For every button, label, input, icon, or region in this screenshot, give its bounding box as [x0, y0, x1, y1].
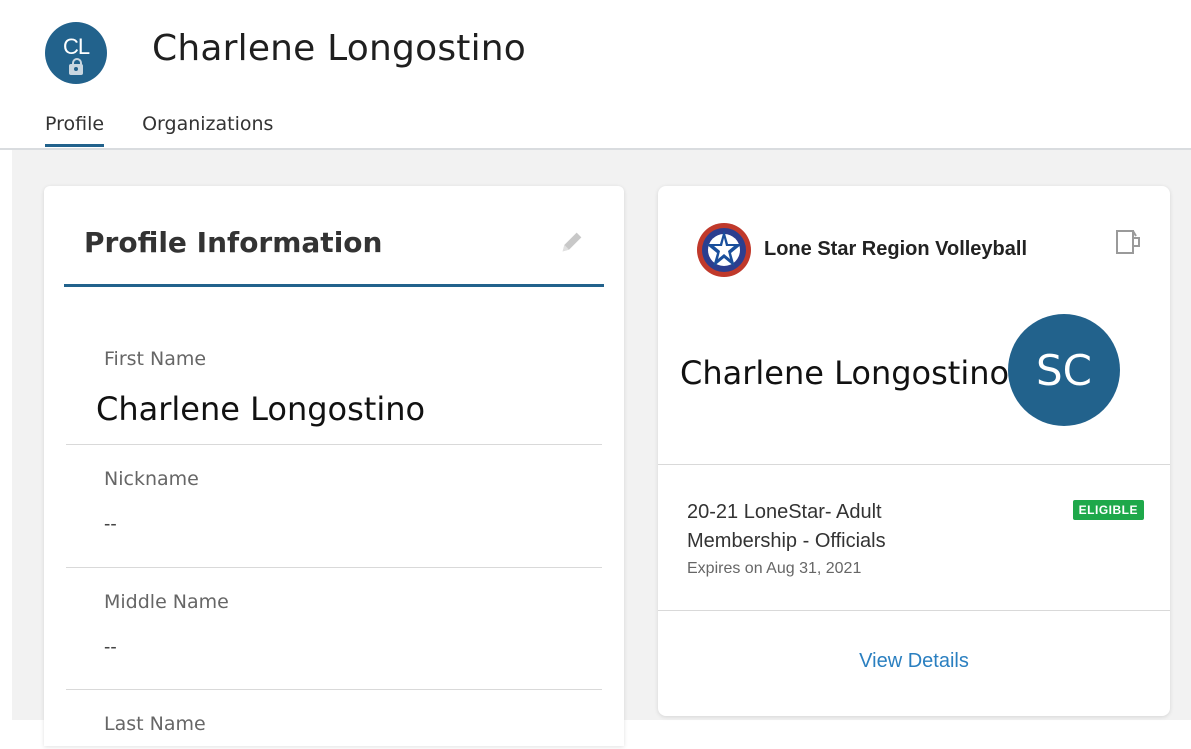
view-details-link[interactable]: View Details	[658, 650, 1170, 673]
field-label: First Name	[104, 348, 207, 370]
org-logo	[697, 223, 751, 277]
field-value: --	[104, 637, 117, 658]
tab-profile[interactable]: Profile	[45, 113, 105, 147]
field-value: Charlene Longostino	[96, 390, 426, 428]
pencil-icon[interactable]	[558, 228, 586, 256]
divider	[658, 610, 1170, 611]
membership-card: Lone Star Region Volleyball Charlene Lon…	[658, 186, 1170, 716]
first-name-field: First Name Charlene Longostino	[66, 286, 602, 445]
tab-organizations[interactable]: Organizations	[142, 113, 273, 147]
avatar-initials: CL	[62, 34, 90, 59]
page-title: Charlene Longostino	[152, 28, 527, 69]
card-title: Profile Information	[84, 226, 383, 259]
member-avatar: SC	[1008, 314, 1120, 426]
profile-information-card: Profile Information First Name Charlene …	[44, 186, 624, 746]
tab-bar: Profile Organizations	[45, 113, 273, 147]
expiry-date: Expires on Aug 31, 2021	[687, 560, 862, 577]
divider	[658, 464, 1170, 465]
nickname-field: Nickname --	[66, 444, 602, 568]
field-label: Nickname	[104, 468, 199, 490]
lock-icon	[69, 58, 83, 75]
field-value: --	[104, 514, 117, 535]
org-name: Lone Star Region Volleyball	[764, 238, 1028, 260]
middle-name-field: Middle Name --	[66, 567, 602, 690]
page-header: CL Charlene Longostino Profile Organizat…	[0, 0, 1191, 150]
member-name: Charlene Longostino	[680, 354, 1010, 392]
wallet-icon[interactable]	[1112, 226, 1144, 258]
membership-title: 20-21 LoneStar- Adult Membership - Offic…	[687, 501, 886, 552]
field-label: Last Name	[104, 713, 206, 735]
last-name-field: Last Name	[66, 689, 602, 749]
user-avatar: CL	[45, 22, 107, 84]
field-label: Middle Name	[104, 591, 229, 613]
status-badge: ELIGIBLE	[1072, 500, 1144, 520]
